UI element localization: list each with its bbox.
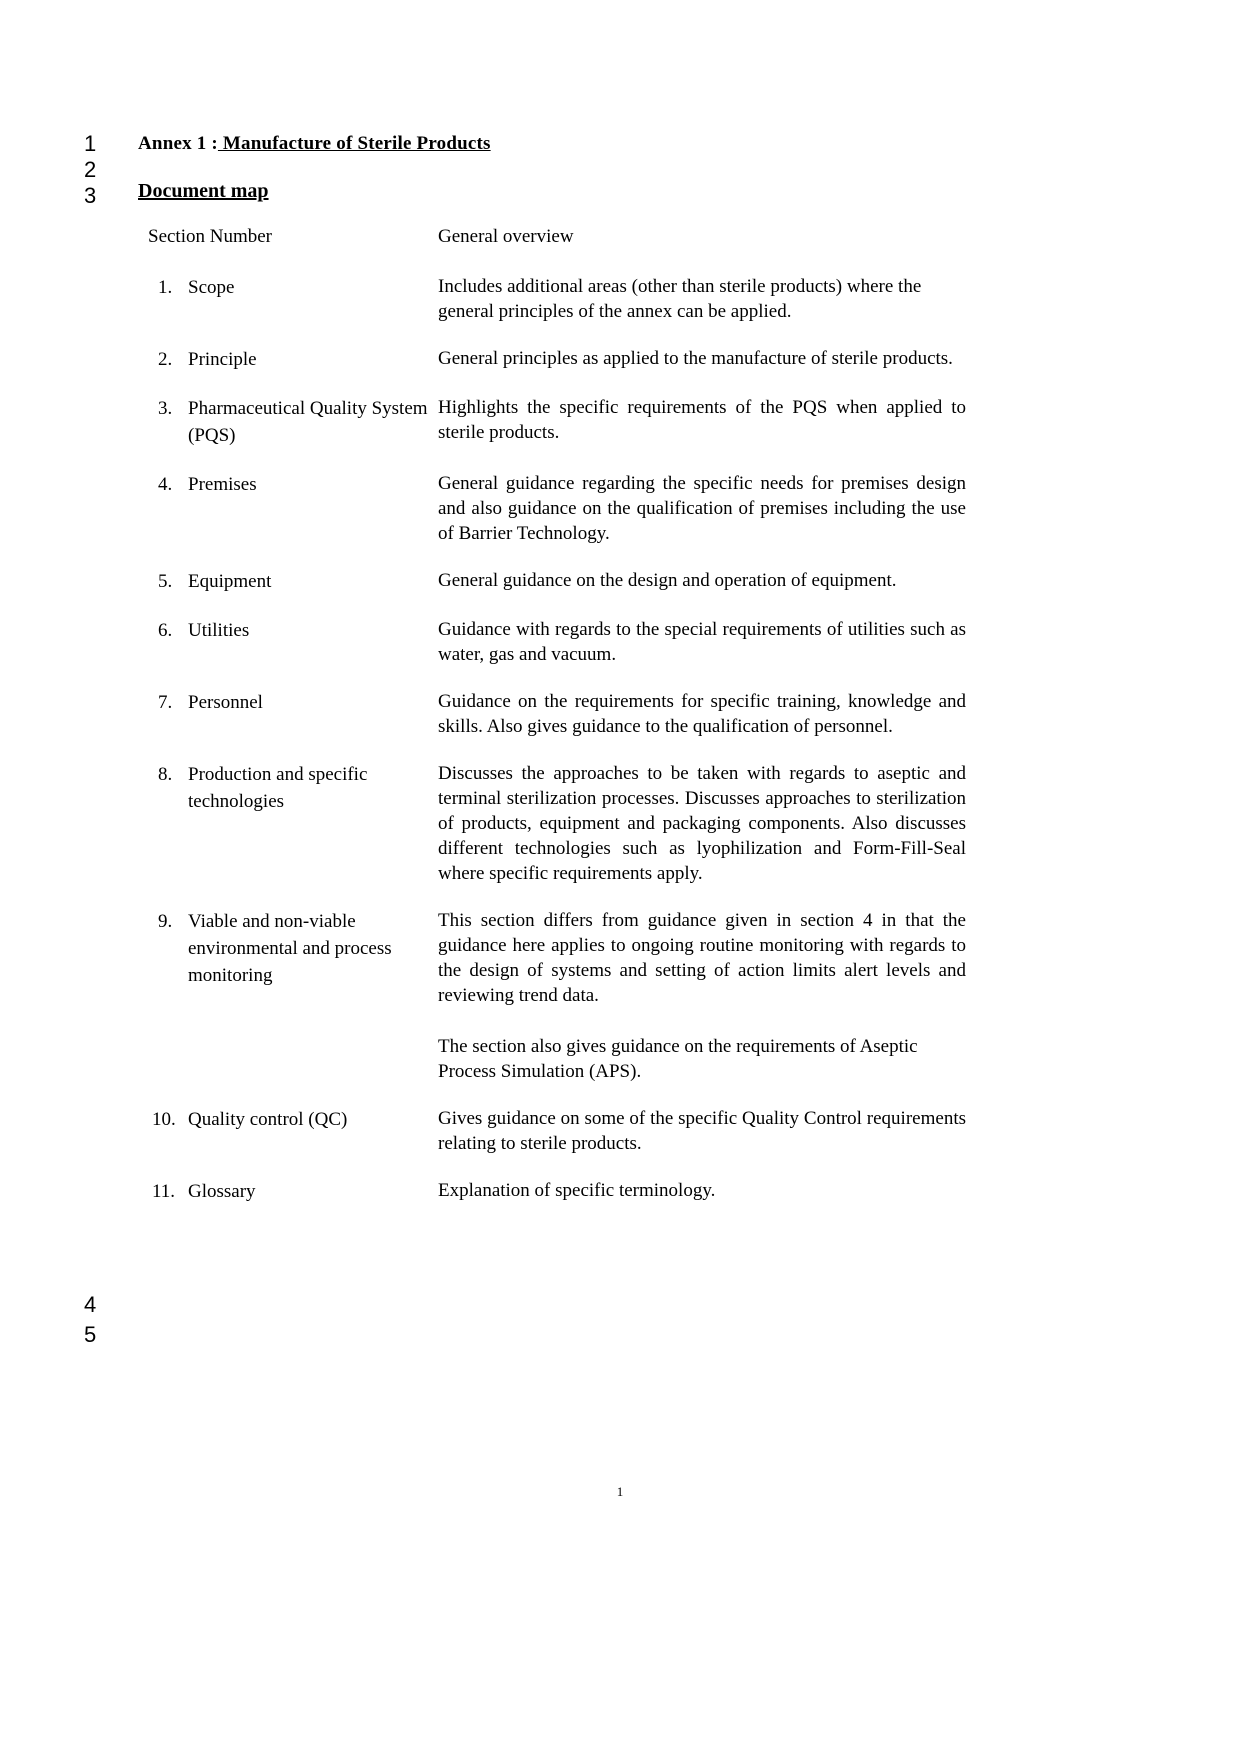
row-overview: General principles as applied to the man… xyxy=(438,346,966,371)
row-overview-paragraph: Includes additional areas (other than st… xyxy=(438,276,922,322)
row-index: 3. xyxy=(158,398,173,419)
row-index: 10. xyxy=(152,1109,176,1130)
row-section: 2. Principle xyxy=(148,346,438,373)
footer-page-number: 1 xyxy=(616,1484,624,1499)
row-index: 11. xyxy=(152,1181,176,1202)
row-overview: Discusses the approaches to be taken wit… xyxy=(438,761,966,886)
line-number-3: 3 xyxy=(84,183,97,208)
row-section: 3. Pharmaceutical Quality System (PQS) xyxy=(148,395,438,449)
table-row: 6. Utilities Guidance with regards to th… xyxy=(148,617,976,667)
row-overview-paragraph: The section also gives guidance on the r… xyxy=(438,1036,918,1082)
row-index: 2. xyxy=(158,349,173,370)
table-row: 4. Premises General guidance regarding t… xyxy=(148,471,976,546)
line-number-5: 5 xyxy=(84,1322,97,1347)
row-overview-paragraph: This section differs from guidance given… xyxy=(438,910,966,1006)
row-overview: General guidance regarding the specific … xyxy=(438,471,966,546)
line-number-4: 4 xyxy=(84,1292,97,1317)
table-row: 8. Production and specific technologies … xyxy=(148,761,976,886)
row-section: 10. Quality control (QC) xyxy=(148,1106,438,1133)
row-label: Equipment xyxy=(188,571,272,592)
row-section: 7. Personnel xyxy=(148,689,438,716)
table-row: 10. Quality control (QC) Gives guidance … xyxy=(148,1106,976,1156)
row-section: 9. Viable and non-viable environmental a… xyxy=(148,908,438,989)
column-header-general-overview: General overview xyxy=(438,226,574,247)
row-overview: General guidance on the design and opera… xyxy=(438,568,966,593)
table-row: 9. Viable and non-viable environmental a… xyxy=(148,908,976,1084)
document-title-underlined: Manufacture of Sterile Products xyxy=(217,133,491,154)
row-label: Premises xyxy=(188,474,257,495)
row-label: Utilities xyxy=(188,620,250,641)
document-title-prefix: Annex 1 : xyxy=(138,133,218,154)
row-overview-paragraph: General guidance on the design and opera… xyxy=(438,570,897,591)
row-overview-paragraph: Gives guidance on some of the specific Q… xyxy=(438,1108,966,1154)
row-overview-paragraph: Guidance on the requirements for specifi… xyxy=(438,691,966,737)
document-title: Annex 1 : Manufacture of Sterile Product… xyxy=(138,133,491,155)
row-overview: Guidance on the requirements for specifi… xyxy=(438,689,966,739)
table-row: 5. Equipment General guidance on the des… xyxy=(148,568,976,595)
row-section: 8. Production and specific technologies xyxy=(148,761,438,815)
row-index: 1. xyxy=(158,277,173,298)
row-section: 1. Scope xyxy=(148,274,438,301)
row-overview: Includes additional areas (other than st… xyxy=(438,274,966,324)
row-index: 8. xyxy=(158,764,173,785)
row-label: Personnel xyxy=(188,692,263,713)
row-section: 6. Utilities xyxy=(148,617,438,644)
row-label: Scope xyxy=(188,277,235,298)
row-index: 9. xyxy=(158,911,173,932)
row-overview-paragraph: Discusses the approaches to be taken wit… xyxy=(438,763,966,884)
row-overview: Guidance with regards to the special req… xyxy=(438,617,966,667)
line-number-2: 2 xyxy=(84,157,97,182)
row-overview-paragraph: General guidance regarding the specific … xyxy=(438,473,966,544)
row-label: Principle xyxy=(188,349,257,370)
row-overview-paragraph: Guidance with regards to the special req… xyxy=(438,619,966,665)
section-heading-document-map: Document map xyxy=(138,180,269,202)
column-header-section-number: Section Number xyxy=(148,226,273,247)
table-row: 2. Principle General principles as appli… xyxy=(148,346,976,373)
table-header-row: Section Number General overview xyxy=(148,226,976,248)
row-overview: This section differs from guidance given… xyxy=(438,908,966,1084)
row-label: Pharmaceutical Quality System (PQS) xyxy=(188,398,428,446)
document-page: 1 2 3 Annex 1 : Manufacture of Sterile P… xyxy=(0,0,1240,1754)
row-overview: Explanation of specific terminology. xyxy=(438,1178,966,1203)
row-section: 4. Premises xyxy=(148,471,438,498)
row-overview-paragraph: Explanation of specific terminology. xyxy=(438,1180,716,1201)
row-label: Glossary xyxy=(188,1181,256,1202)
row-overview-paragraph: Highlights the specific requirements of … xyxy=(438,397,966,443)
row-index: 4. xyxy=(158,474,173,495)
table-row: 7. Personnel Guidance on the requirement… xyxy=(148,689,976,739)
row-label: Quality control (QC) xyxy=(188,1109,348,1130)
table-row: 11. Glossary Explanation of specific ter… xyxy=(148,1178,976,1205)
row-label: Production and specific technologies xyxy=(188,764,368,812)
document-map-table: Section Number General overview 1. Scope… xyxy=(148,226,976,1227)
row-overview-paragraph: General principles as applied to the man… xyxy=(438,348,953,369)
row-label: Viable and non-viable environmental and … xyxy=(188,911,392,986)
row-index: 7. xyxy=(158,692,173,713)
row-index: 5. xyxy=(158,571,173,592)
row-index: 6. xyxy=(158,620,173,641)
row-section: 11. Glossary xyxy=(148,1178,438,1205)
row-section: 5. Equipment xyxy=(148,568,438,595)
table-row: 1. Scope Includes additional areas (othe… xyxy=(148,274,976,324)
line-number-1: 1 xyxy=(84,131,97,156)
row-overview: Highlights the specific requirements of … xyxy=(438,395,966,445)
table-row: 3. Pharmaceutical Quality System (PQS) H… xyxy=(148,395,976,449)
row-overview: Gives guidance on some of the specific Q… xyxy=(438,1106,966,1156)
